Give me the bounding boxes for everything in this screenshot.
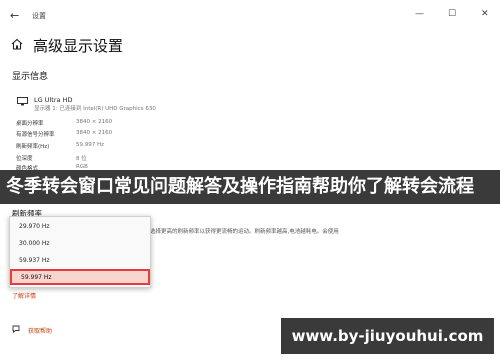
monitor-icon [17, 97, 28, 106]
learn-more-link[interactable]: 了解详情 [12, 291, 36, 300]
display-info-heading: 显示信息 [12, 72, 49, 82]
window-title: 设置 [32, 12, 46, 20]
overlay-banner-text: 冬季转会窗口常见问题解答及操作指南帮助你了解转会流程 [6, 176, 474, 197]
info-label-active-signal-resolution: 有源信号分辨率 [16, 132, 55, 138]
refresh-option-29970[interactable]: 29.970 Hz [10, 219, 150, 235]
get-help-link[interactable]: 获取帮助 [28, 326, 52, 335]
info-value-refresh-rate: 59.997 Hz [76, 142, 105, 148]
info-value-desktop-resolution: 3840 × 2160 [76, 119, 113, 125]
refresh-option-59997[interactable]: 59.997 Hz [10, 269, 150, 285]
watermark-text: www.by-jiuyouhui.com [291, 327, 484, 345]
refresh-option-30000[interactable]: 30.000 Hz [10, 236, 150, 252]
help-icon [12, 325, 20, 333]
refresh-rate-description: 选择更高的刷新频率以获得更流畅的运动。刷新频率越高,电池越耗电。会使用 [150, 229, 339, 235]
monitor-adapter-info: 显示器 1: 已连接到 Intel(R) UHD Graphics 630 [34, 106, 156, 112]
home-icon [11, 38, 23, 50]
info-value-bit-depth: 8 位 [76, 156, 87, 162]
watermark-box: www.by-jiuyouhui.com [281, 318, 494, 354]
info-label-bit-depth: 位深度 [16, 156, 33, 162]
overlay-banner: 冬季转会窗口常见问题解答及操作指南帮助你了解转会流程 [0, 170, 500, 204]
info-value-active-signal-resolution: 3840 × 2160 [76, 130, 113, 136]
back-arrow-icon[interactable]: ← [10, 9, 19, 22]
refresh-option-59937[interactable]: 59.937 Hz [10, 253, 150, 269]
close-button[interactable]: ✕ [481, 9, 489, 19]
page-title: 高级显示设置 [33, 37, 124, 55]
title-bar: ← 设置 — ☐ ✕ [0, 0, 500, 28]
minimize-button[interactable]: — [415, 9, 424, 19]
monitor-name: LG Ultra HD [34, 96, 73, 104]
info-label-refresh-rate: 刷新频率(Hz) [16, 144, 50, 150]
info-label-desktop-resolution: 桌面分辨率 [16, 121, 44, 127]
refresh-rate-dropdown[interactable]: 29.970 Hz 30.000 Hz 59.937 Hz 59.997 Hz [9, 216, 151, 288]
maximize-button[interactable]: ☐ [448, 9, 456, 19]
